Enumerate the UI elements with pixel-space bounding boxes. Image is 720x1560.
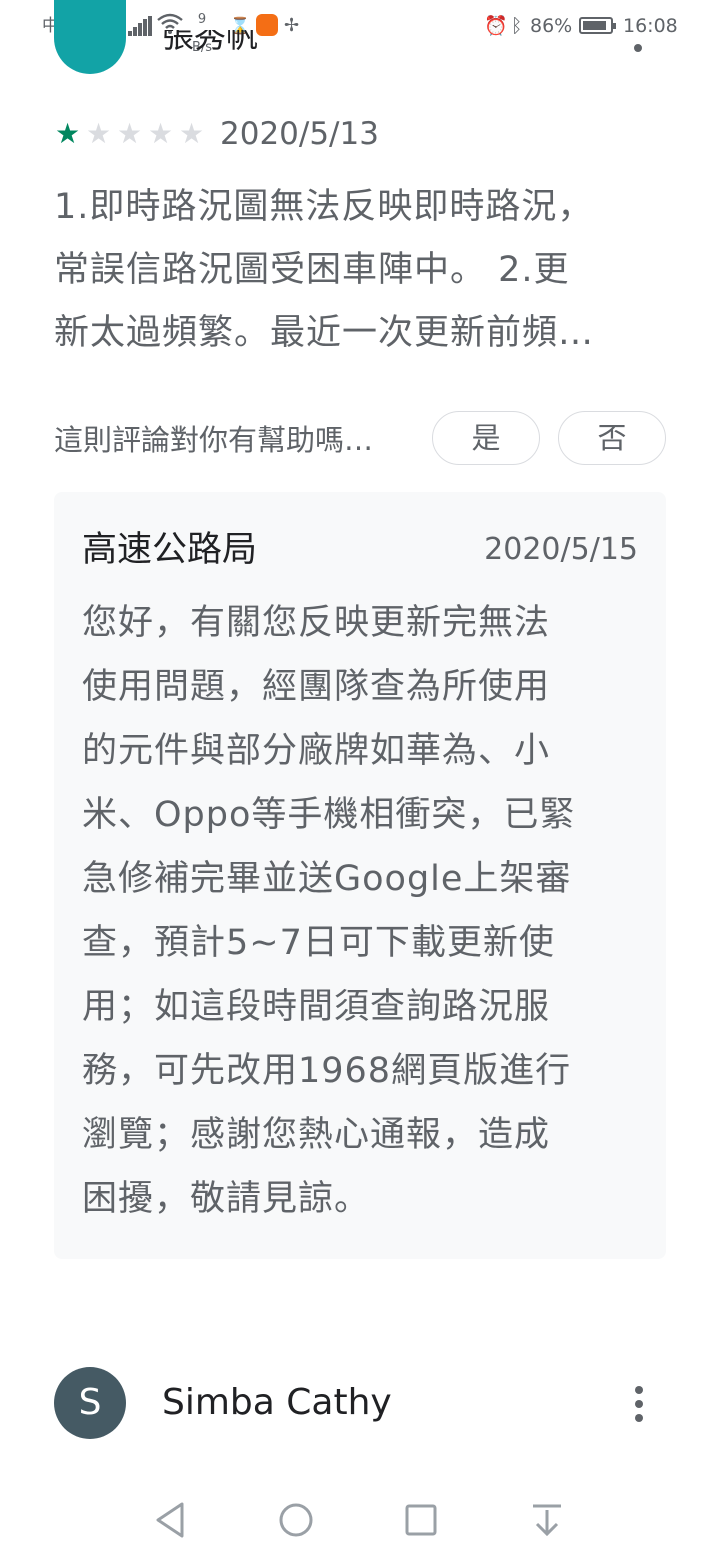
navigation-bar <box>0 1480 720 1560</box>
more-options-icon[interactable] <box>622 1380 656 1428</box>
previous-more-options-icon[interactable] <box>634 44 642 52</box>
network-speed-value: 9 <box>197 12 207 27</box>
signal-icon <box>128 16 152 36</box>
alarm-icon: ⏰ <box>484 15 508 37</box>
battery-percent: 86% <box>530 15 573 37</box>
reply-text-line: 務，可先改用1968網頁版進行 <box>82 1051 572 1091</box>
recents-icon[interactable] <box>397 1496 445 1544</box>
reply-text-line: 米、Oppo等手機相衝突，已緊 <box>82 795 576 835</box>
helpful-question: 這則評論對你有幫助嗎… <box>54 423 374 457</box>
review-date: 2020/5/13 <box>220 116 379 152</box>
star-rating: ★ ★ ★ ★ ★ <box>54 118 205 150</box>
helpful-yes-button[interactable]: 是 <box>432 411 540 465</box>
reply-date: 2020/5/15 <box>484 532 638 567</box>
reply-text-line: 急修補完畢並送Google上架審 <box>82 859 572 899</box>
reply-text-line: 瀏覽；感謝您熱心通報，造成 <box>82 1115 551 1155</box>
app-notification-icon <box>256 14 278 36</box>
reply-text-line: 用；如這段時間須查詢路況服 <box>82 987 551 1027</box>
helpful-no-button[interactable]: 否 <box>558 411 666 465</box>
review-text-line: 常誤信路況圖受困車陣中。 2.更 <box>54 250 570 290</box>
previous-reviewer-name: 張秀帆 <box>162 30 259 52</box>
reply-text-line: 查，預計5~7日可下載更新使 <box>82 923 555 963</box>
battery-icon <box>579 17 616 34</box>
pinwheel-icon: ✢ <box>284 15 300 36</box>
star-empty-icon: ★ <box>147 117 174 150</box>
review-text[interactable]: 1.即時路況圖無法反映即時路況， 常誤信路況圖受困車陣中。 2.更 新太過頻繁。… <box>54 176 666 365</box>
reply-text-line: 您好，有關您反映更新完無法 <box>82 603 551 643</box>
notification-pull-icon[interactable] <box>523 1496 571 1544</box>
home-icon[interactable] <box>272 1496 320 1544</box>
reply-text-line: 使用問題，經團隊查為所使用 <box>82 667 551 707</box>
star-empty-icon: ★ <box>178 117 205 150</box>
review-text-line: 1.即時路況圖無法反映即時路況， <box>54 187 594 227</box>
reviewer-name: Simba Cathy <box>162 1382 392 1423</box>
reply-text-line: 的元件與部分廠牌如華為、小 <box>82 731 551 771</box>
star-filled-icon: ★ <box>54 117 81 150</box>
star-empty-icon: ★ <box>85 117 112 150</box>
back-icon[interactable] <box>148 1496 196 1544</box>
review-text-line: 新太過頻繁。最近一次更新前頻… <box>54 313 595 353</box>
previous-reviewer-avatar[interactable] <box>54 0 126 74</box>
clock: 16:08 <box>623 15 678 37</box>
reply-text: 您好，有關您反映更新完無法 使用問題，經團隊查為所使用 的元件與部分廠牌如華為、… <box>82 591 638 1231</box>
reply-text-line: 困擾，敬請見諒。 <box>82 1179 371 1219</box>
star-empty-icon: ★ <box>116 117 143 150</box>
developer-name: 高速公路局 <box>82 530 258 570</box>
reviewer-avatar[interactable]: S <box>54 1367 126 1439</box>
bluetooth-icon: ᛒ <box>511 15 523 37</box>
developer-reply: 高速公路局 2020/5/15 您好，有關您反映更新完無法 使用問題，經團隊查為… <box>54 492 666 1259</box>
